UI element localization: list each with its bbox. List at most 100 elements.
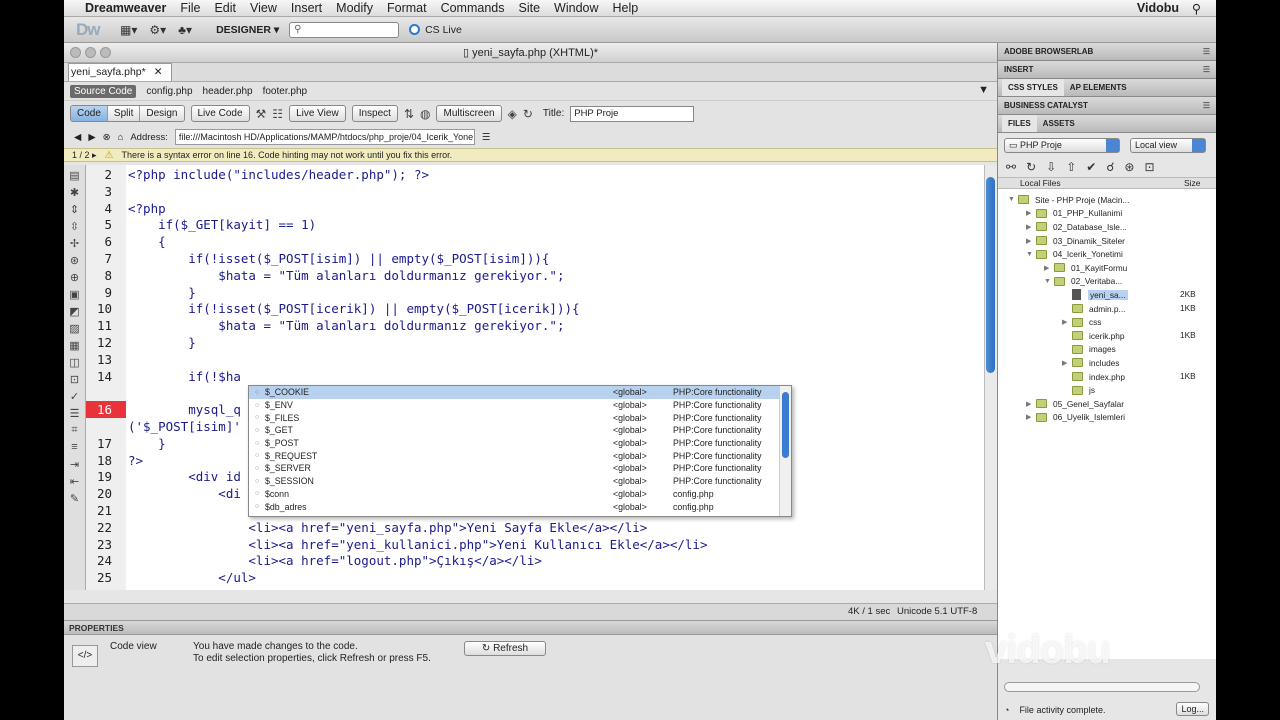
disclosure-closed-icon[interactable]: ▶: [1044, 264, 1054, 272]
code-hint-item[interactable]: ○ $db_adres <global> config.php: [249, 500, 791, 513]
help-search-input[interactable]: ⚲: [289, 21, 400, 38]
file-transfer-icon[interactable]: ⇅: [404, 107, 414, 121]
folder-item[interactable]: ▶ 01_PHP_Kullanimi: [1026, 207, 1122, 221]
code-hint-item[interactable]: ○ $_GET <global> PHP:Core functionality: [249, 424, 791, 437]
code-line[interactable]: mysql_q: [128, 401, 241, 418]
live-code-button[interactable]: Live Code: [190, 105, 250, 122]
code-line[interactable]: <?php: [128, 200, 166, 217]
close-window-icon[interactable]: [70, 47, 81, 58]
line-number[interactable]: 24: [86, 552, 126, 569]
code-hint-item[interactable]: ○ $_ENV <global> PHP:Core functionality: [249, 399, 791, 412]
folder-item[interactable]: ▶ 05_Genel_Sayfalar: [1026, 397, 1124, 411]
tab-yeni-sayfa[interactable]: yeni_sayfa.php* ✕: [68, 63, 172, 81]
visual-aids-icon[interactable]: ◈: [508, 107, 517, 121]
disclosure-closed-icon[interactable]: ▶: [1026, 413, 1036, 421]
close-tab-icon[interactable]: ✕: [154, 66, 163, 78]
select-parent-tag-icon[interactable]: ⊛: [64, 254, 85, 271]
disclosure-open-icon[interactable]: ▼: [1026, 251, 1036, 258]
line-number[interactable]: 2: [86, 166, 126, 183]
spotlight-search-icon[interactable]: ⚲: [1185, 1, 1208, 16]
collapse-tag-icon[interactable]: ⇕: [64, 203, 85, 220]
code-line[interactable]: <li><a href="logout.php">Çıkış</a></li>: [128, 552, 542, 569]
disclosure-closed-icon[interactable]: ▶: [1062, 318, 1072, 326]
line-numbers-icon[interactable]: ▣: [64, 288, 85, 305]
line-number[interactable]: 18: [86, 452, 126, 469]
refresh-icon[interactable]: ↻: [523, 107, 533, 121]
folder-item[interactable]: ▶ 06_Uyelik_Islemleri: [1026, 411, 1125, 425]
connect-icon[interactable]: ⚯: [1006, 160, 1016, 174]
menu-view[interactable]: View: [243, 1, 284, 15]
code-line[interactable]: $hata = "Tüm alanları doldurmanız gereki…: [128, 267, 564, 284]
line-number[interactable]: 21: [86, 502, 126, 519]
code-line[interactable]: ('$_POST[isim]': [128, 418, 241, 435]
tab-files[interactable]: FILES: [1002, 115, 1037, 132]
code-hint-item[interactable]: ○ $_COOKIE <global> PHP:Core functionality: [249, 386, 791, 399]
code-line[interactable]: }: [128, 284, 196, 301]
back-icon[interactable]: ◀: [74, 132, 81, 143]
browser-options-icon[interactable]: ☰: [482, 132, 491, 143]
disclosure-closed-icon[interactable]: ▶: [1026, 400, 1036, 408]
folder-item[interactable]: ▼ 04_Icerik_Yonetimi: [1026, 247, 1123, 261]
scrollbar-thumb[interactable]: [986, 177, 995, 373]
browserlab-panel-header[interactable]: ADOBE BROWSERLAB ☰: [998, 43, 1216, 61]
line-number[interactable]: 16: [86, 401, 126, 419]
extend-menu-icon[interactable]: ⚙▾: [149, 23, 166, 37]
cs-live-button[interactable]: CS Live: [409, 24, 462, 36]
recent-snippets-icon[interactable]: ⌗: [64, 424, 85, 441]
code-line[interactable]: $hata = "Tüm alanları doldurmanız gereki…: [128, 317, 564, 334]
validate-icon[interactable]: ☷: [272, 107, 283, 121]
line-number[interactable]: 20: [86, 485, 126, 502]
warning-counter[interactable]: 1 / 2 ▸: [72, 150, 97, 161]
open-documents-icon[interactable]: ▤: [64, 169, 85, 186]
home-icon[interactable]: ⌂: [118, 132, 124, 143]
disclosure-closed-icon[interactable]: ▶: [1026, 223, 1036, 231]
code-editor[interactable]: ▤ ✱ ⇕ ⇳ ✢ ⊛ ⊕ ▣ ◩ ▨ ▦ ◫ ⊡ ✓ ☰ ⌗ ≡ ⇥ ⇤ ✎ …: [64, 165, 997, 590]
tab-css-styles[interactable]: CSS STYLES: [1002, 79, 1064, 96]
apply-comment-icon[interactable]: ⊡: [64, 373, 85, 390]
menu-insert[interactable]: Insert: [284, 1, 329, 15]
line-number[interactable]: 6: [86, 233, 126, 250]
folder-item[interactable]: js: [1062, 383, 1095, 397]
code-line[interactable]: <li><a href="yeni_sayfa.php">Yeni Sayfa …: [128, 519, 647, 536]
line-number[interactable]: [86, 384, 126, 401]
code-hint-item[interactable]: ○ $_SESSION <global> PHP:Core functionality: [249, 475, 791, 488]
tab-ap-elements[interactable]: AP ELEMENTS: [1064, 79, 1133, 96]
code-hint-scroll-thumb[interactable]: [782, 392, 789, 458]
menu-window[interactable]: Window: [547, 1, 605, 15]
code-hint-item[interactable]: ○ $_REQUEST <global> PHP:Core functionality: [249, 449, 791, 462]
menu-site[interactable]: Site: [512, 1, 548, 15]
file-item[interactable]: yeni_sa...: [1062, 288, 1128, 302]
line-number[interactable]: [86, 418, 126, 435]
format-source-icon[interactable]: ✎: [64, 492, 85, 509]
folder-item[interactable]: ▼ 02_Veritaba...: [1044, 275, 1122, 289]
line-number[interactable]: 12: [86, 334, 126, 351]
related-file-source-code[interactable]: Source Code: [70, 84, 137, 98]
panel-menu-icon[interactable]: ☰: [1203, 97, 1210, 115]
put-files-icon[interactable]: ⇧: [1066, 160, 1076, 174]
line-number[interactable]: 10: [86, 300, 126, 317]
outdent-icon[interactable]: ⇤: [64, 475, 85, 492]
code-line[interactable]: }: [128, 435, 166, 452]
menu-edit[interactable]: Edit: [207, 1, 243, 15]
balance-braces-icon[interactable]: ⊕: [64, 271, 85, 288]
code-line[interactable]: ?>: [128, 452, 143, 469]
design-view-button[interactable]: Design: [140, 106, 184, 121]
folder-item[interactable]: ▶ css: [1062, 315, 1101, 329]
line-number[interactable]: 5: [86, 216, 126, 233]
folder-item[interactable]: images: [1062, 343, 1116, 357]
panel-menu-icon[interactable]: ☰: [1203, 43, 1210, 61]
disclosure-closed-icon[interactable]: ▶: [1026, 237, 1036, 245]
folder-item[interactable]: icerik.php: [1062, 329, 1125, 343]
line-number[interactable]: 7: [86, 250, 126, 267]
app-menu[interactable]: Dreamweaver: [78, 1, 173, 15]
code-line[interactable]: <li><a href="yeni_kullanici.php">Yeni Ku…: [128, 536, 707, 553]
code-line[interactable]: <?php include("includes/header.php"); ?>: [128, 166, 429, 183]
folder-item[interactable]: ▶ 01_KayitFormu: [1044, 261, 1127, 275]
panel-menu-icon[interactable]: ☰: [1203, 61, 1210, 79]
code-hint-item[interactable]: ○ $_SERVER <global> PHP:Core functionality: [249, 462, 791, 475]
line-number[interactable]: 8: [86, 267, 126, 284]
code-line[interactable]: <di: [128, 485, 241, 502]
local-files-column[interactable]: Local Files: [998, 178, 1170, 188]
line-number[interactable]: 25: [86, 569, 126, 586]
code-line[interactable]: if(!$ha: [128, 368, 241, 385]
